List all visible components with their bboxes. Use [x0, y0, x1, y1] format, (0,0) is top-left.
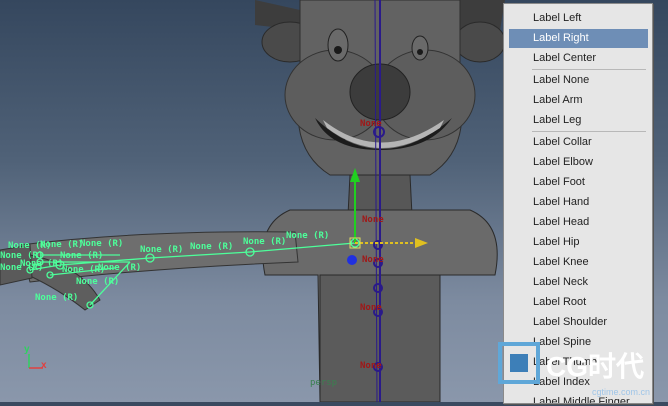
menu-item-label-arm[interactable]: Label Arm [509, 91, 648, 110]
arm-joint-label: None (R) [76, 277, 119, 287]
axis-gizmo-icon [28, 354, 43, 369]
watermark-logo: CG时代 cgtime.com.cn [488, 340, 668, 402]
menu-item-label-hip[interactable]: Label Hip [509, 233, 648, 252]
spine-joint-label: None [360, 303, 382, 313]
arm-joint-label: None (R) [8, 241, 51, 251]
spine-joint-label: None [362, 255, 384, 265]
menu-item-label-neck[interactable]: Label Neck [509, 273, 648, 292]
viewport-camera-label: persp [310, 378, 338, 388]
arm-joint-label: None (R) [286, 231, 329, 241]
spine-joint-label: None [360, 361, 382, 371]
character-mesh[interactable] [0, 0, 506, 402]
menu-item-label-root[interactable]: Label Root [509, 293, 648, 312]
arm-joint-label: None (R) [243, 237, 286, 247]
spine-joint-label: None [360, 119, 382, 129]
menu-separator [532, 69, 646, 70]
spine-joint-label: None [362, 215, 384, 225]
arm-joint-label: None (R) [140, 245, 183, 255]
menu-item-label-elbow[interactable]: Label Elbow [509, 153, 648, 172]
arm-joint-label: None (R) [190, 242, 233, 252]
watermark-url: cgtime.com.cn [592, 387, 650, 397]
menu-item-label-center[interactable]: Label Center [509, 49, 648, 68]
arm-joint-label: None (R) [60, 251, 103, 261]
arm-joint-label: None (R) [80, 239, 123, 249]
menu-item-label-hand[interactable]: Label Hand [509, 193, 648, 212]
menu-item-label-head[interactable]: Label Head [509, 213, 648, 232]
watermark-brand: CG时代 [546, 351, 644, 382]
menu-item-label-foot[interactable]: Label Foot [509, 173, 648, 192]
menu-item-label-shoulder[interactable]: Label Shoulder [509, 313, 648, 332]
menu-item-label-none[interactable]: Label None [509, 71, 648, 90]
arm-joint-label: None (R) [0, 263, 43, 273]
menu-item-label-leg[interactable]: Label Leg [509, 111, 648, 130]
menu-item-label-knee[interactable]: Label Knee [509, 253, 648, 272]
menu-item-label-right[interactable]: Label Right [509, 29, 648, 48]
arm-joint-label: None (R) [98, 263, 141, 273]
menu-item-label-collar[interactable]: Label Collar [509, 133, 648, 152]
menu-item-label-left[interactable]: Label Left [509, 9, 648, 28]
arm-joint-label: None (R) [35, 293, 78, 303]
menu-separator [532, 131, 646, 132]
